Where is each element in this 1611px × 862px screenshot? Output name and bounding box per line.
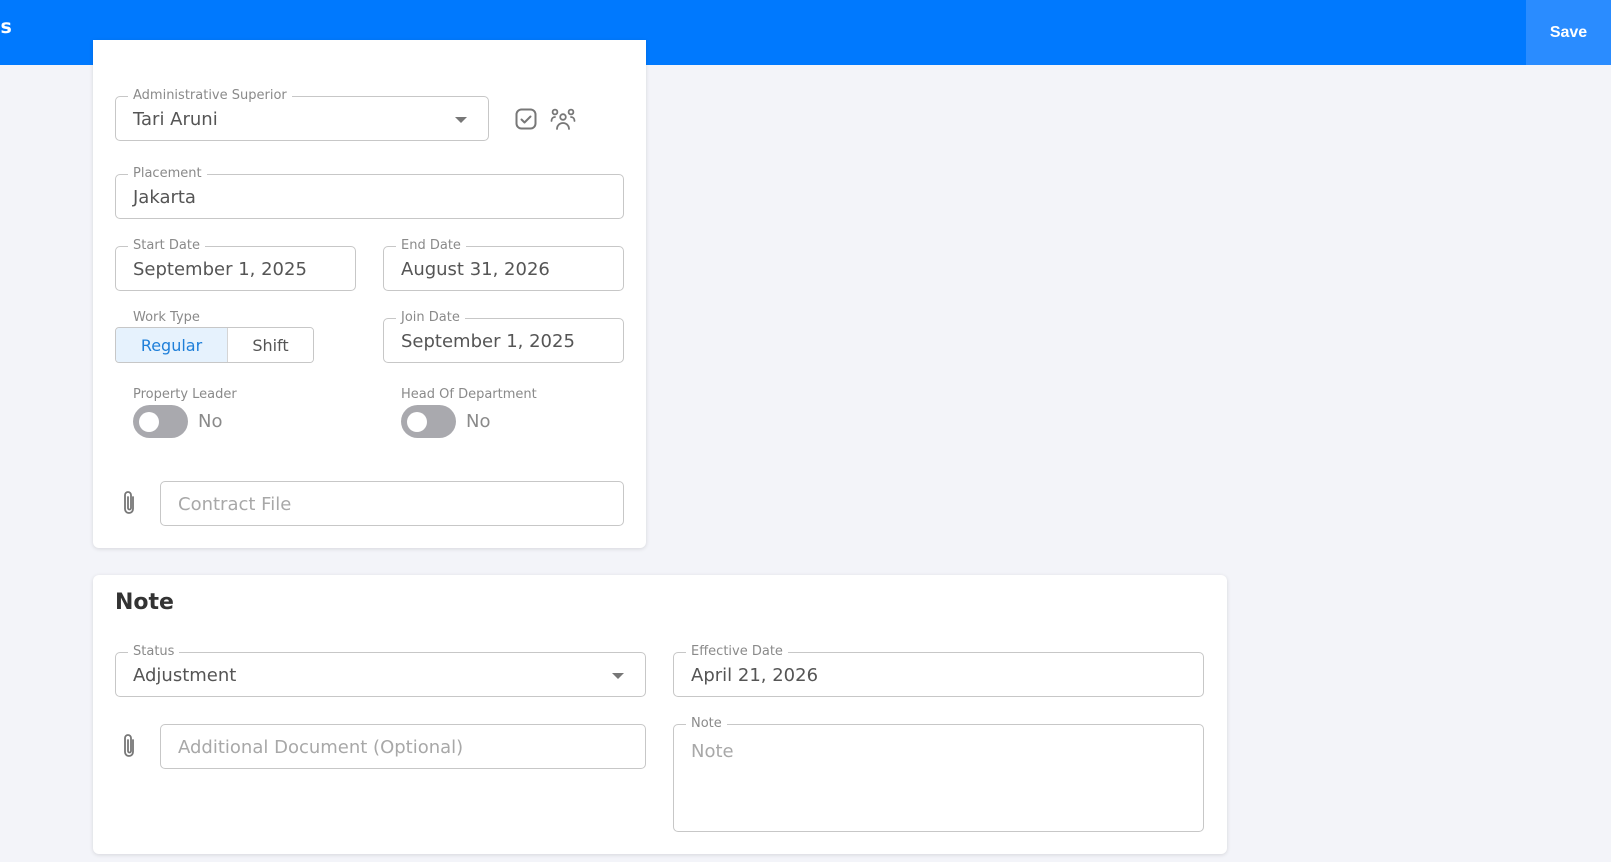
check-square-icon[interactable] (514, 107, 538, 135)
note-textarea[interactable]: Note Note (673, 716, 1204, 832)
administrative-superior-label: Administrative Superior (128, 88, 292, 104)
page-title: ls (0, 16, 12, 38)
start-date-field[interactable]: Start Date September 1, 2025 (115, 238, 356, 291)
end-date-field[interactable]: End Date August 31, 2026 (383, 238, 624, 291)
head-of-department-label: Head Of Department (401, 387, 537, 402)
paperclip-icon[interactable] (118, 489, 140, 521)
paperclip-icon[interactable] (118, 732, 140, 764)
placement-label: Placement (128, 166, 207, 182)
note-label: Note (686, 716, 727, 732)
head-of-department-switch[interactable] (401, 405, 456, 438)
work-type-toggle-group: Regular Shift (115, 327, 314, 363)
placement-value: Jakarta (133, 187, 196, 208)
work-type-option-shift[interactable]: Shift (227, 328, 313, 362)
chevron-down-icon (612, 673, 624, 679)
property-leader-switch[interactable] (133, 405, 188, 438)
start-date-label: Start Date (128, 238, 205, 254)
join-date-label: Join Date (396, 310, 465, 326)
chevron-down-icon (455, 117, 467, 123)
contract-file-placeholder: Contract File (178, 494, 292, 515)
status-value: Adjustment (133, 665, 237, 686)
switch-knob (139, 412, 159, 432)
end-date-value: August 31, 2026 (401, 259, 550, 280)
additional-document-input[interactable]: Additional Document (Optional) (160, 724, 646, 769)
status-select[interactable]: Status Adjustment (115, 644, 646, 697)
administrative-superior-value: Tari Aruni (133, 109, 218, 130)
save-button[interactable]: Save (1526, 0, 1611, 65)
contract-file-input[interactable]: Contract File (160, 481, 624, 526)
work-type-option-regular[interactable]: Regular (116, 328, 227, 362)
administrative-superior-select[interactable]: Administrative Superior Tari Aruni (115, 88, 489, 141)
note-section-title: Note (115, 590, 174, 615)
work-type-label: Work Type (133, 310, 200, 325)
property-leader-value: No (198, 411, 223, 432)
note-placeholder: Note (691, 741, 734, 762)
effective-date-label: Effective Date (686, 644, 788, 660)
placement-field[interactable]: Placement Jakarta (115, 166, 624, 219)
head-of-department-value: No (466, 411, 491, 432)
join-date-field[interactable]: Join Date September 1, 2025 (383, 310, 624, 363)
end-date-label: End Date (396, 238, 466, 254)
team-icon[interactable] (550, 106, 576, 136)
effective-date-field[interactable]: Effective Date April 21, 2026 (673, 644, 1204, 697)
additional-document-placeholder: Additional Document (Optional) (178, 737, 464, 758)
status-label: Status (128, 644, 180, 660)
effective-date-value: April 21, 2026 (691, 665, 819, 686)
join-date-value: September 1, 2025 (401, 331, 575, 352)
switch-knob (407, 412, 427, 432)
property-leader-label: Property Leader (133, 387, 237, 402)
start-date-value: September 1, 2025 (133, 259, 307, 280)
